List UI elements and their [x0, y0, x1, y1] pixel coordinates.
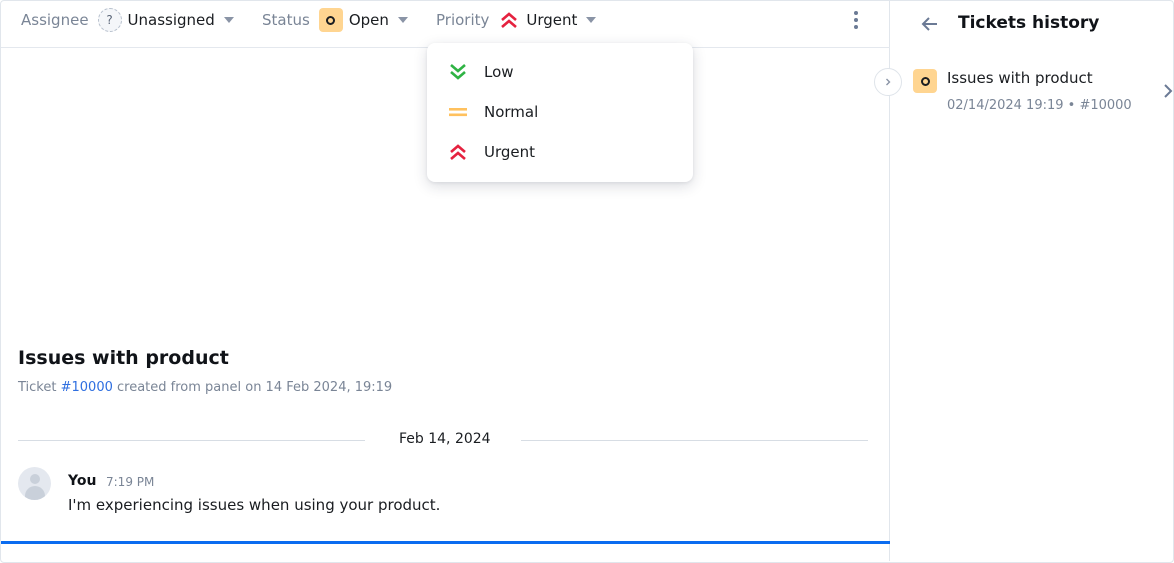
date-separator: Feb 14, 2024 [18, 430, 868, 450]
priority-option-label: Normal [484, 103, 539, 121]
priority-value: Urgent [526, 11, 578, 29]
ticket-title: Issues with product [18, 347, 229, 369]
assignee-selector[interactable]: Assignee ? Unassigned [21, 7, 234, 33]
double-chevron-down-icon [447, 61, 469, 83]
message-text: I'm experiencing issues when using your … [68, 496, 441, 514]
question-mark-icon: ? [97, 8, 122, 32]
status-selector[interactable]: Status Open [262, 7, 408, 33]
status-label: Status [262, 11, 310, 29]
chevron-right-icon [886, 78, 891, 86]
assignee-label: Assignee [21, 11, 89, 29]
collapse-panel-button[interactable] [874, 68, 902, 96]
kebab-menu-icon[interactable] [853, 11, 859, 29]
priority-dropdown: Low Normal Urgent [427, 43, 693, 182]
divider [18, 440, 365, 441]
history-item-title: Issues with product [947, 69, 1093, 87]
history-item-meta: 02/14/2024 19:19 • #10000 [947, 98, 1132, 113]
message-time: 7:19 PM [106, 475, 155, 489]
ticket-toolbar: Assignee ? Unassigned Status Open Priori… [1, 1, 890, 48]
caret-down-icon[interactable] [223, 17, 234, 23]
double-chevron-up-icon [447, 141, 469, 163]
priority-option-label: Low [484, 63, 514, 81]
history-list-item[interactable]: Issues with product 02/14/2024 19:19 • #… [891, 61, 1173, 123]
avatar [18, 467, 51, 500]
priority-selector[interactable]: Priority Urgent [436, 7, 597, 33]
equals-icon [447, 101, 469, 123]
side-panel-title: Tickets history [958, 13, 1100, 33]
chevron-right-icon [1163, 83, 1173, 103]
open-status-icon [318, 8, 343, 32]
ticket-meta-suffix: created from panel on 14 Feb 2024, 19:19 [117, 380, 393, 395]
caret-down-icon[interactable] [586, 17, 597, 23]
ticket-id-link[interactable]: #10000 [61, 380, 113, 395]
status-value: Open [348, 11, 389, 29]
message-author: You [68, 473, 97, 489]
tickets-history-panel: Tickets history Issues with product 02/1… [891, 1, 1173, 561]
priority-option-low[interactable]: Low [427, 52, 693, 92]
priority-option-urgent[interactable]: Urgent [427, 132, 693, 172]
caret-down-icon[interactable] [397, 17, 408, 23]
date-separator-label: Feb 14, 2024 [399, 431, 491, 447]
priority-option-label: Urgent [484, 143, 536, 161]
priority-label: Priority [436, 11, 490, 29]
divider [521, 440, 868, 441]
ticket-meta: Ticket #10000 created from panel on 14 F… [18, 380, 392, 395]
arrow-left-icon[interactable] [919, 13, 941, 35]
composer-focus-bar [1, 541, 890, 544]
assignee-value: Unassigned [127, 11, 215, 29]
open-status-icon [913, 69, 937, 93]
ticket-meta-prefix: Ticket [18, 380, 57, 395]
priority-option-normal[interactable]: Normal [427, 92, 693, 132]
urgent-double-chevron-up-icon [498, 9, 520, 31]
